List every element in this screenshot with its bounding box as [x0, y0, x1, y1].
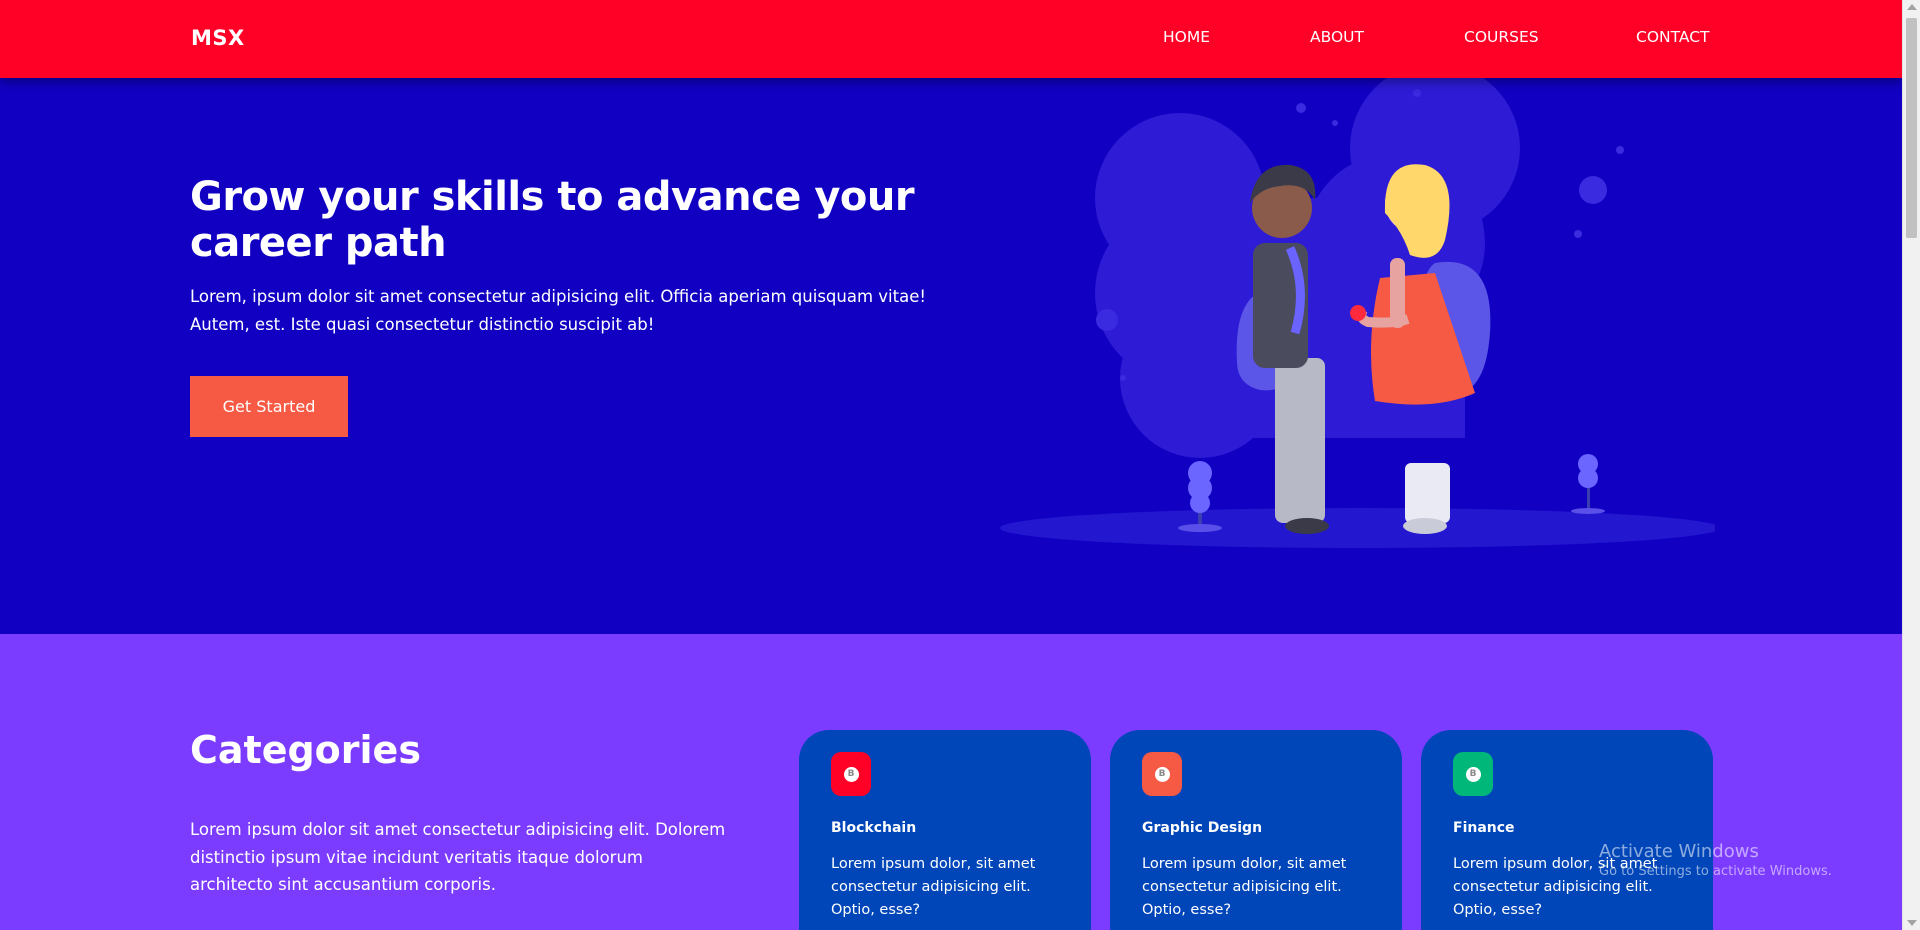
- nav-link-courses[interactable]: COURSES: [1464, 28, 1539, 46]
- nav-link-contact[interactable]: CONTACT: [1636, 28, 1710, 46]
- vertical-scrollbar[interactable]: [1902, 0, 1920, 930]
- card-text: Lorem ipsum dolor, sit amet consectetur …: [831, 856, 1036, 918]
- hero-title: Grow your skills to advance your career …: [190, 174, 915, 266]
- scroll-down-arrow-icon[interactable]: [1907, 920, 1917, 926]
- scroll-up-arrow-icon[interactable]: [1907, 4, 1917, 10]
- hero-section: Grow your skills to advance your career …: [0, 78, 1902, 634]
- get-started-button[interactable]: Get Started: [190, 376, 348, 437]
- nav-link-home[interactable]: HOME: [1163, 28, 1210, 46]
- bitcoin-icon: B: [831, 752, 871, 796]
- card-text: Lorem ipsum dolor, sit amet consectetur …: [1142, 856, 1347, 918]
- categories-description: Lorem ipsum dolor sit amet consectetur a…: [190, 820, 726, 894]
- site-logo[interactable]: MSX: [191, 26, 245, 50]
- bitcoin-icon: B: [1142, 752, 1182, 796]
- scrollbar-thumb[interactable]: [1906, 18, 1917, 238]
- category-card-blockchain[interactable]: B Blockchain Lorem ipsum dolor, sit amet…: [799, 730, 1091, 930]
- watermark-title: Activate Windows: [1599, 841, 1759, 862]
- categories-title: Categories: [190, 728, 421, 772]
- watermark-subtitle: Go to Settings to activate Windows.: [1599, 864, 1832, 879]
- students-illustration: [1000, 78, 1715, 548]
- categories-section: Categories Lorem ipsum dolor sit amet co…: [0, 634, 1902, 930]
- hero-description: Lorem, ipsum dolor sit amet consectetur …: [190, 287, 926, 334]
- card-title: Finance: [1453, 820, 1515, 836]
- category-card-graphic-design[interactable]: B Graphic Design Lorem ipsum dolor, sit …: [1110, 730, 1402, 930]
- nav-link-about[interactable]: ABOUT: [1310, 28, 1364, 46]
- navbar: MSX HOME ABOUT COURSES CONTACT: [0, 0, 1902, 78]
- category-card-finance[interactable]: B Finance Lorem ipsum dolor, sit amet co…: [1421, 730, 1713, 930]
- card-title: Blockchain: [831, 820, 917, 836]
- card-title: Graphic Design: [1142, 820, 1263, 836]
- activate-windows-watermark: Activate Windows Go to Settings to activ…: [1599, 841, 1832, 879]
- bitcoin-icon: B: [1453, 752, 1493, 796]
